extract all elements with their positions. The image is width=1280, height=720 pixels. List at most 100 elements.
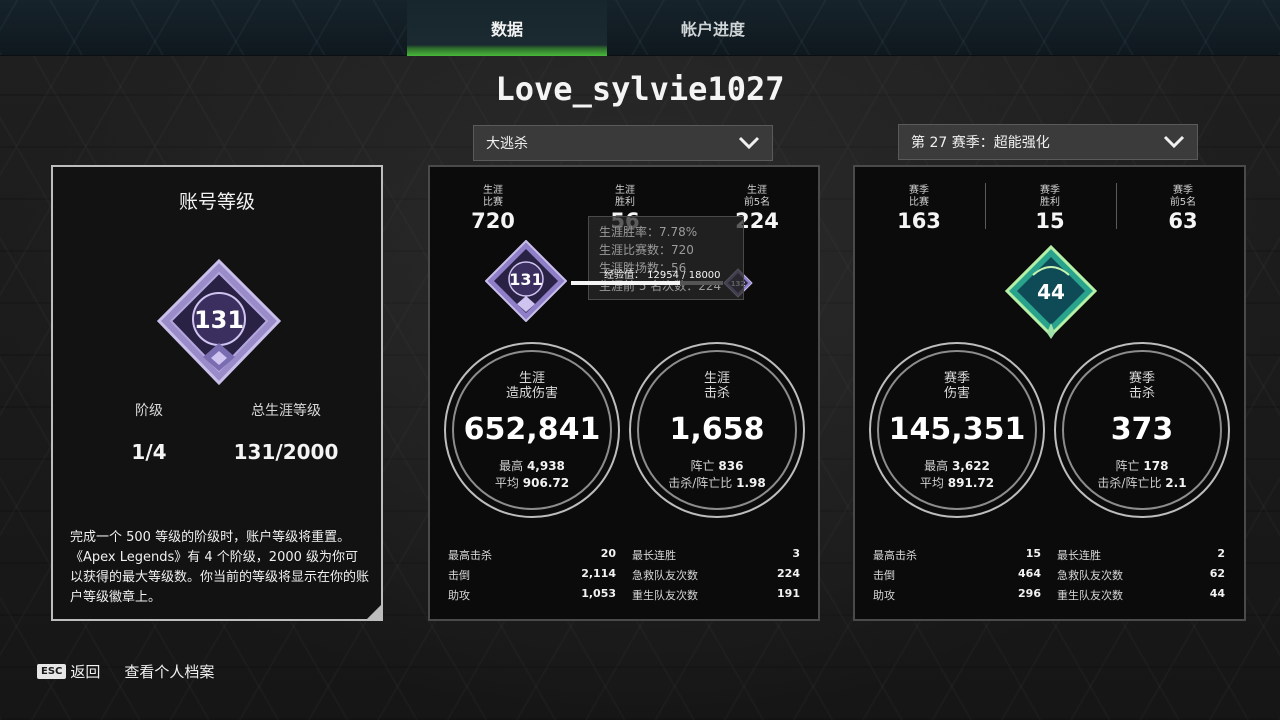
player-name: Love_sylvie1027	[495, 70, 785, 108]
stat-value: 720	[471, 209, 515, 233]
deaths-value: 836	[718, 459, 744, 473]
career-detail-table: 最高击杀 20 最长连胜 3 击倒 2,114 急救队友次数 224 助攻 1,053 重…	[448, 547, 802, 607]
divider	[985, 183, 986, 229]
tab-stats[interactable]: 数据	[407, 0, 607, 56]
esc-key-icon[interactable]: ESC	[37, 663, 67, 679]
avg-value: 891.72	[947, 476, 995, 490]
season-matches-stat: 赛季 比赛 163	[879, 185, 959, 233]
ring-sub-stats: 最高 4,938 平均 906.72	[446, 458, 618, 492]
ring-sub-stats: 阵亡 836 击杀/阵亡比 1.98	[631, 458, 803, 492]
kd-label: 击杀/阵亡比	[668, 476, 733, 490]
ring-label: 赛季 击杀	[1128, 371, 1155, 401]
season-kills-value: 373	[1110, 412, 1174, 447]
tooltip-line: 生涯胜率：7.78%	[599, 225, 698, 239]
xp-text: 经验值： 12954 / 18000	[604, 270, 721, 281]
total-level-label: 总生涯等级	[251, 403, 321, 419]
table-row: 助攻 296 重生队友次数 44	[873, 587, 1227, 607]
deaths-label: 阵亡	[690, 459, 715, 473]
cell-label: 最高击杀	[873, 549, 917, 562]
table-row: 击倒 464 急救队友次数 62	[873, 567, 1227, 587]
ring-sub-stats: 阵亡 178 击杀/阵亡比 2.1	[1056, 458, 1228, 492]
tier-label: 阶级	[135, 403, 163, 419]
career-kills-ring: 生涯 击杀 1,658 阵亡 836 击杀/阵亡比 1.98	[629, 342, 805, 518]
stat-label: 生涯 前5名	[743, 185, 771, 208]
tier-value: 1/4	[131, 440, 167, 464]
cell-value: 3	[792, 547, 800, 560]
season-badge-number: 44	[1037, 280, 1065, 304]
career-badge-number: 131	[509, 270, 542, 289]
career-damage-ring: 生涯 造成伤害 652,841 最高 4,938 平均 906.72	[444, 342, 620, 518]
account-level-badge-icon: 131	[156, 259, 282, 386]
deaths-label: 阵亡	[1115, 459, 1140, 473]
high-label: 最高	[499, 459, 524, 473]
avg-label: 平均	[494, 476, 519, 490]
tooltip-line: 生涯比赛数：720	[599, 243, 694, 257]
season-select-value: 第 27 赛季：超能强化	[911, 135, 1050, 151]
avg-label: 平均	[919, 476, 944, 490]
kd-label: 击杀/阵亡比	[1097, 476, 1162, 490]
table-row: 助攻 1,053 重生队友次数 191	[448, 587, 802, 607]
season-damage-ring: 赛季 伤害 145,351 最高 3,622 平均 891.72	[869, 342, 1045, 518]
season-detail-table: 最高击杀 15 最长连胜 2 击倒 464 急救队友次数 62 助攻 296 重生队友次数…	[873, 547, 1227, 607]
back-button[interactable]: 返回	[70, 661, 100, 682]
cell-value: 296	[1018, 587, 1041, 600]
cell-label: 重生队友次数	[1057, 589, 1123, 602]
career-tooltip: 生涯胜率：7.78% 生涯比赛数：720 生涯胜场数：56 生涯前 5 名次数：…	[588, 216, 744, 300]
cell-label: 最长连胜	[1057, 549, 1101, 562]
xp-progress-bar	[571, 281, 723, 285]
season-top5-stat: 赛季 前5名 63	[1143, 185, 1223, 233]
cell-value: 191	[777, 587, 800, 600]
high-label: 最高	[924, 459, 949, 473]
high-value: 4,938	[526, 459, 565, 473]
account-level-badge-number: 131	[194, 306, 244, 334]
cell-value: 2	[1217, 547, 1225, 560]
career-kills-value: 1,658	[669, 412, 765, 447]
table-row: 击倒 2,114 急救队友次数 224	[448, 567, 802, 587]
cell-value: 224	[777, 567, 800, 580]
season-wins-stat: 赛季 胜利 15	[1010, 185, 1090, 233]
account-level-title: 账号等级	[178, 191, 255, 213]
cell-label: 击倒	[873, 569, 895, 582]
stat-value: 15	[1035, 209, 1065, 233]
career-level-badge-icon: 131	[485, 240, 567, 322]
account-level-panel: 账号等级 131 阶级 总生涯等级 1/4 131/2000 完成一个 500 …	[51, 165, 383, 621]
season-damage-value: 145,351	[888, 412, 1026, 447]
ring-sub-stats: 最高 3,622 平均 891.72	[871, 458, 1043, 492]
cell-value: 20	[600, 547, 616, 560]
tab-account-progress[interactable]: 帐户进度	[613, 0, 813, 56]
cell-value: 62	[1209, 567, 1225, 580]
season-kills-ring: 赛季 击杀 373 阵亡 178 击杀/阵亡比 2.1	[1054, 342, 1230, 518]
cell-value: 44	[1209, 587, 1225, 600]
cell-label: 最高击杀	[448, 549, 492, 562]
career-damage-value: 652,841	[463, 412, 601, 447]
stat-label: 生涯 比赛	[483, 185, 503, 208]
cell-value: 1,053	[581, 587, 616, 600]
cell-label: 助攻	[873, 589, 895, 602]
cell-label: 急救队友次数	[632, 569, 698, 582]
stat-label: 赛季 比赛	[909, 185, 929, 208]
xp-progress-fill	[571, 281, 681, 285]
ring-label: 赛季 伤害	[943, 371, 970, 401]
view-profile-button[interactable]: 查看个人档案	[124, 661, 214, 682]
total-level-value: 131/2000	[233, 440, 339, 464]
kd-value: 2.1	[1165, 476, 1187, 490]
top-nav-bar: 数据 帐户进度	[0, 0, 1280, 56]
cell-label: 击倒	[448, 569, 470, 582]
cell-label: 最长连胜	[632, 549, 676, 562]
ring-label: 生涯 击杀	[703, 371, 730, 401]
cell-label: 急救队友次数	[1057, 569, 1123, 582]
season-select[interactable]: 第 27 赛季：超能强化	[898, 124, 1198, 160]
cell-label: 助攻	[448, 589, 470, 602]
chevron-down-icon	[738, 136, 760, 150]
mode-select[interactable]: 大逃杀	[473, 125, 773, 161]
stat-label: 生涯 胜利	[615, 185, 635, 208]
stat-value: 63	[1168, 209, 1198, 233]
kd-value: 1.98	[736, 476, 766, 490]
season-rank-badge-icon: 44	[1004, 245, 1098, 339]
season-stats-panel: 赛季 比赛 163 赛季 胜利 15 赛季 前5名 63 44 赛季 伤害 14…	[853, 165, 1246, 621]
high-value: 3,622	[951, 459, 990, 473]
career-matches-stat: 生涯 比赛 720	[453, 185, 533, 233]
mode-select-value: 大逃杀	[486, 136, 528, 152]
chevron-down-icon	[1163, 135, 1185, 149]
cell-value: 15	[1025, 547, 1041, 560]
